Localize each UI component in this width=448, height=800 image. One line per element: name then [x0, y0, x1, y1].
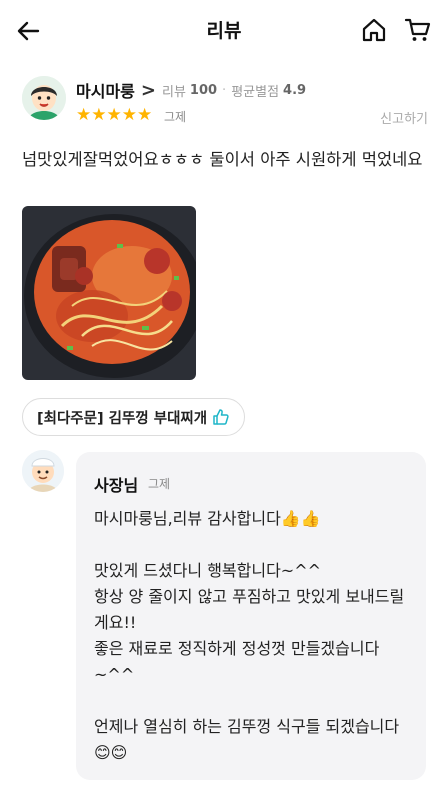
reviewer-name[interactable]: 마시마룽 — [76, 78, 135, 102]
food-photo — [22, 206, 196, 380]
home-icon — [362, 18, 386, 42]
cart-icon — [404, 18, 431, 41]
owner-reply-date: 그제 — [148, 477, 171, 491]
stars-icon: ★★★★★ — [76, 105, 153, 125]
review-date: 그제 — [164, 110, 187, 124]
report-button[interactable]: 신고하기 — [380, 108, 428, 127]
review-count: 100 — [189, 82, 218, 98]
order-menu-tag[interactable]: [최다주문] 김뚜껑 부대찌개 — [22, 398, 246, 436]
review-count-label: 리뷰 — [161, 84, 186, 100]
reviewer-avatar[interactable] — [22, 76, 66, 120]
avg-rating: 4.9 — [283, 82, 307, 98]
review-photo[interactable] — [22, 206, 196, 380]
order-menu-text: [최다주문] 김뚜껑 부대찌개 — [37, 410, 208, 427]
star-rating: ★★★★★ — [76, 106, 152, 124]
chevron-right-icon: > — [140, 79, 156, 101]
cart-button[interactable] — [404, 16, 432, 44]
home-button[interactable] — [360, 16, 388, 44]
top-bar: 리뷰 — [0, 0, 448, 60]
review-text: 넘맛있게잘먹었어요ㅎㅎㅎ 둘이서 아주 시원하게 먹었네요 — [22, 150, 423, 169]
avg-rating-label: 평균별점 — [231, 84, 280, 100]
owner-avatar — [22, 450, 64, 492]
chef-character-icon — [22, 450, 64, 492]
thumbs-up-icon — [213, 409, 229, 425]
character-avatar-icon — [22, 76, 66, 120]
owner-reply-text: 마시마룽님,리뷰 감사합니다👍👍 맛있게 드셨다니 행복합니다~^^ 항상 양 … — [94, 509, 405, 762]
meta-separator: · — [222, 82, 227, 98]
reviewer-info[interactable]: 마시마룽 > 리뷰 100 · 평균별점 4.9 — [76, 78, 306, 102]
owner-name: 사장님 — [94, 476, 139, 495]
